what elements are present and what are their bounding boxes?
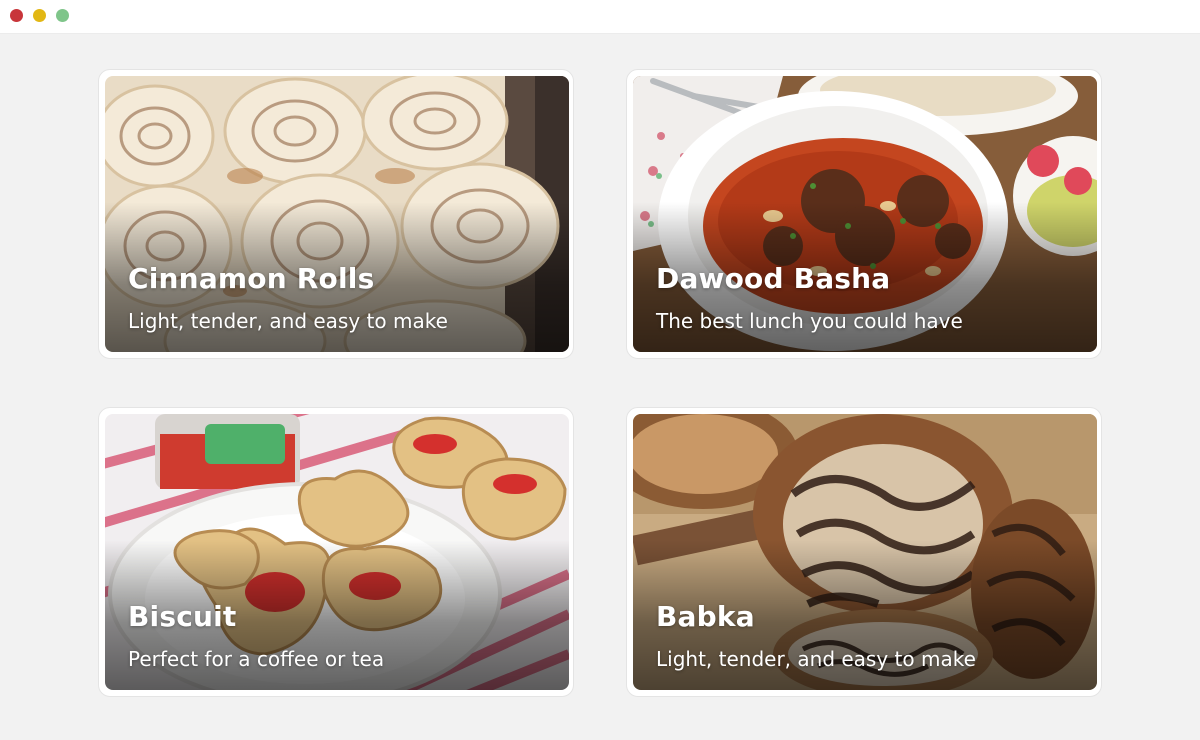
window-minimize-button[interactable] (33, 9, 46, 22)
recipe-subtitle: The best lunch you could have (656, 309, 963, 333)
window-titlebar (0, 0, 1200, 34)
recipe-photo-babka: Babka Light, tender, and easy to make (633, 414, 1097, 690)
recipe-card-cinnamon-rolls[interactable]: Cinnamon Rolls Light, tender, and easy t… (98, 69, 574, 359)
recipe-title: Dawood Basha (656, 262, 891, 295)
window-close-button[interactable] (10, 9, 23, 22)
recipe-title: Babka (656, 600, 755, 633)
recipe-subtitle: Perfect for a coffee or tea (128, 647, 385, 671)
recipe-subtitle: Light, tender, and easy to make (128, 309, 448, 333)
recipe-card-biscuit[interactable]: Biscuit Perfect for a coffee or tea (98, 407, 574, 697)
recipe-card-dawood-basha[interactable]: Dawood Basha The best lunch you could ha… (626, 69, 1102, 359)
recipe-photo-dawood-basha: Dawood Basha The best lunch you could ha… (633, 76, 1097, 352)
recipe-photo-biscuit: Biscuit Perfect for a coffee or tea (105, 414, 569, 690)
recipe-title: Cinnamon Rolls (128, 262, 375, 295)
recipe-card-babka[interactable]: Babka Light, tender, and easy to make (626, 407, 1102, 697)
recipe-title: Biscuit (128, 600, 237, 633)
recipe-photo-cinnamon-rolls: Cinnamon Rolls Light, tender, and easy t… (105, 76, 569, 352)
window-maximize-button[interactable] (56, 9, 69, 22)
recipe-subtitle: Light, tender, and easy to make (656, 647, 976, 671)
